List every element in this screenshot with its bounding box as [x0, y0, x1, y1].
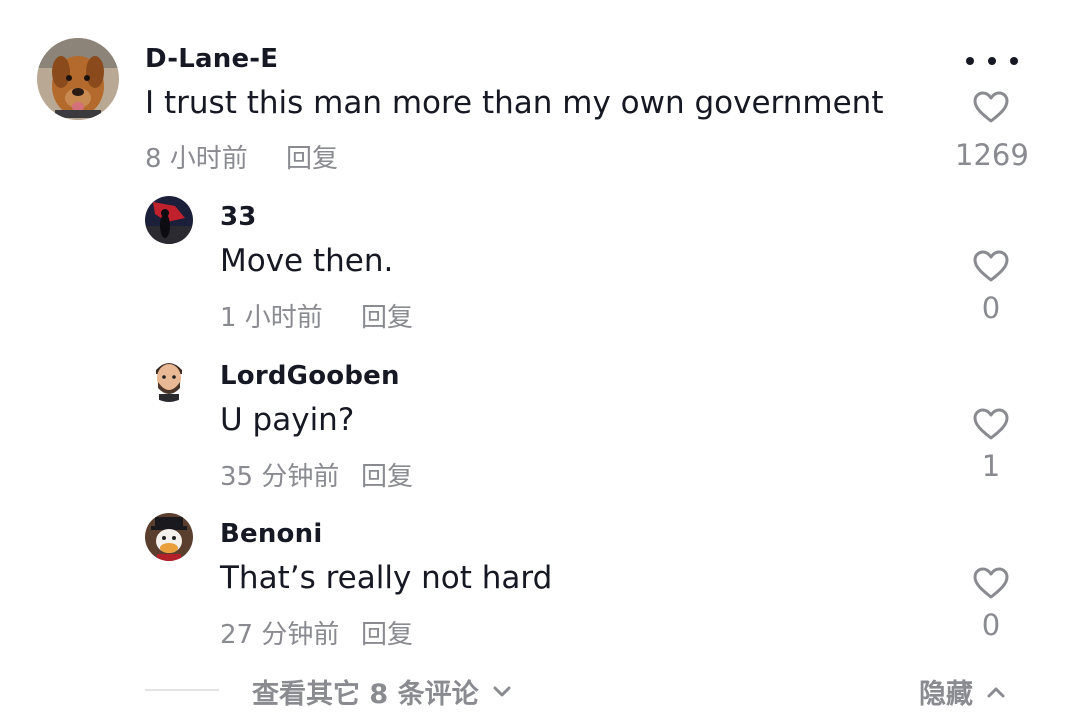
like-button[interactable]: 0 [955, 249, 1027, 325]
hide-label: 隐藏 [919, 679, 973, 710]
comment-text: Move then. [220, 243, 394, 279]
reply-button[interactable]: 回复 [286, 138, 338, 175]
comment-text: U payin? [220, 402, 355, 438]
view-more-label: 查看其它 8 条评论 [252, 679, 479, 710]
more-dot [966, 57, 974, 65]
avatar-image [145, 196, 193, 244]
like-button[interactable]: 1 [955, 407, 1027, 483]
hide-replies-button[interactable]: 隐藏 [919, 672, 1005, 711]
divider [145, 689, 219, 691]
comment-thread: D-Lane-E I trust this man more than my o… [0, 0, 1080, 716]
avatar[interactable] [145, 196, 193, 244]
comment-username[interactable]: Benoni [220, 519, 322, 549]
more-options-button[interactable] [966, 48, 1018, 74]
like-count: 1 [981, 449, 1001, 483]
comment-text: That’s really not hard [220, 560, 553, 596]
avatar-dog-image [37, 38, 119, 120]
reply-button[interactable]: 回复 [361, 456, 413, 493]
chevron-up-icon [987, 687, 1005, 697]
like-button[interactable]: 0 [955, 566, 1027, 642]
comment-text: I trust this man more than my own govern… [145, 85, 884, 121]
avatar[interactable] [37, 38, 119, 120]
comment-username[interactable]: 33 [220, 202, 257, 232]
reply-button[interactable]: 回复 [361, 614, 413, 651]
like-count: 1269 [955, 138, 1029, 172]
reply-button[interactable]: 回复 [361, 297, 413, 334]
view-more-replies-button[interactable]: 查看其它 8 条评论 [252, 672, 511, 711]
avatar-image [145, 354, 193, 402]
like-count: 0 [981, 291, 1001, 325]
avatar[interactable] [145, 513, 193, 561]
comment-time: 8 小时前 [145, 144, 248, 174]
heart-outline-icon [973, 250, 1009, 282]
more-dot [988, 57, 996, 65]
avatar[interactable] [145, 354, 193, 402]
more-dot [1010, 57, 1018, 65]
heart-outline-icon [973, 91, 1009, 123]
chevron-down-icon [493, 686, 511, 696]
like-count: 0 [981, 608, 1001, 642]
comment-username[interactable]: LordGooben [220, 361, 400, 391]
avatar-image [145, 513, 193, 561]
comment-time: 27 分钟前 [220, 620, 340, 650]
heart-outline-icon [973, 408, 1009, 440]
comment-time: 35 分钟前 [220, 462, 340, 492]
comment-time: 1 小时前 [220, 303, 323, 333]
heart-outline-icon [973, 567, 1009, 599]
comment-username[interactable]: D-Lane-E [145, 44, 278, 74]
like-button[interactable]: 1269 [955, 90, 1029, 172]
